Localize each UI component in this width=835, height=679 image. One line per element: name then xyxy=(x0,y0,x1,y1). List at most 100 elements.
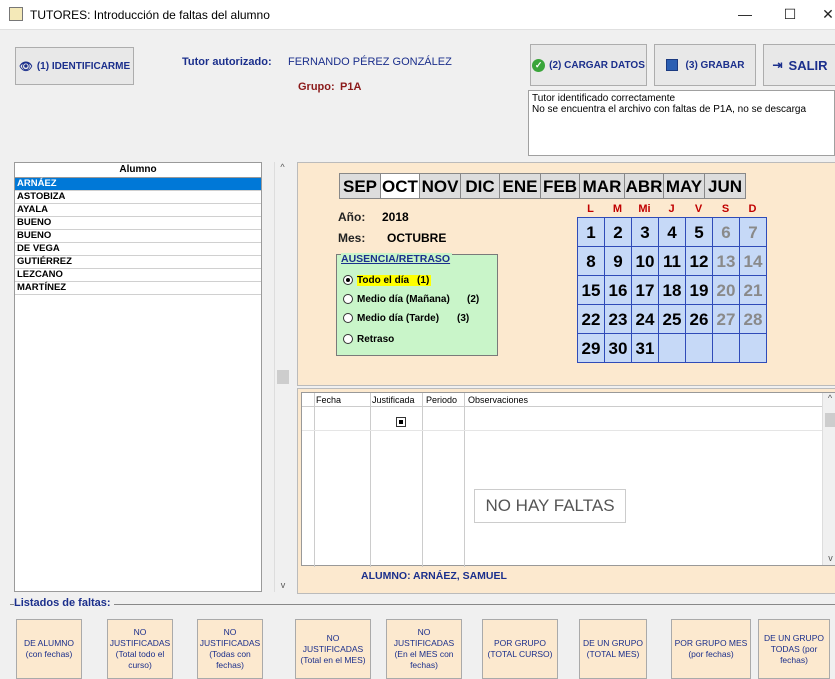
student-row[interactable]: BUENO xyxy=(15,230,261,243)
day-grid: 1 2 3 4 5 6 7 8 9 10 11 12 13 14 15 16 17 18 19 20 21 22 23 24 2… xyxy=(577,217,767,363)
grid-column-header[interactable]: Periodo xyxy=(426,395,457,405)
absence-option[interactable]: Medio día (Tarde) (3) xyxy=(343,313,469,324)
absence-option[interactable]: Medio día (Mañana) (2) xyxy=(343,294,479,305)
scroll-up-icon[interactable]: ^ xyxy=(275,162,290,172)
month-tab-nov[interactable]: NOV xyxy=(419,173,461,199)
day-cell[interactable]: 1 xyxy=(577,217,605,247)
month-tab-jun[interactable]: JUN xyxy=(704,173,746,199)
month-tab-abr[interactable]: ABR xyxy=(624,173,664,199)
listado-button[interactable]: POR GRUPO MES (por fechas) xyxy=(671,619,751,679)
load-data-label: (2) CARGAR DATOS xyxy=(549,59,645,71)
load-data-button[interactable]: ✓ (2) CARGAR DATOS xyxy=(530,44,647,86)
student-list-scrollbar[interactable]: ^ v xyxy=(274,162,290,592)
student-list[interactable]: Alumno ARNÁEZ ASTOBIZA AYALA BUENO BUENO DE V… xyxy=(14,162,262,592)
month-tab-ene[interactable]: ENE xyxy=(499,173,541,199)
day-cell[interactable]: 27 xyxy=(712,304,740,334)
group-value: P1A xyxy=(340,81,362,93)
day-cell[interactable]: 15 xyxy=(577,275,605,305)
day-cell[interactable]: 17 xyxy=(631,275,659,305)
minimize-button[interactable]: — xyxy=(735,6,755,22)
scroll-down-icon[interactable]: v xyxy=(275,580,291,590)
exit-button[interactable]: ⇥ SALIR xyxy=(763,44,835,86)
maximize-button[interactable]: ☐ xyxy=(780,6,800,23)
day-cell[interactable]: 31 xyxy=(631,333,659,363)
day-cell[interactable]: 25 xyxy=(658,304,686,334)
month-tab-sep[interactable]: SEP xyxy=(339,173,381,199)
student-row[interactable]: AYALA xyxy=(15,204,261,217)
day-cell[interactable]: 2 xyxy=(604,217,632,247)
grid-column-header[interactable]: Justificada xyxy=(372,395,415,405)
day-cell[interactable]: 6 xyxy=(712,217,740,247)
exit-icon: ⇥ xyxy=(772,58,783,72)
day-cell[interactable]: 26 xyxy=(685,304,713,334)
grid-column-header[interactable]: Fecha xyxy=(316,395,341,405)
day-cell[interactable]: 14 xyxy=(739,246,767,276)
day-cell[interactable]: 19 xyxy=(685,275,713,305)
scroll-thumb[interactable] xyxy=(277,370,289,384)
weekday-header: L M Mi J V S D xyxy=(577,203,766,215)
justified-checkbox[interactable] xyxy=(396,417,406,427)
weekday-label: J xyxy=(668,203,675,215)
day-cell-empty xyxy=(658,333,686,363)
day-cell[interactable]: 3 xyxy=(631,217,659,247)
day-cell[interactable]: 11 xyxy=(658,246,686,276)
day-cell[interactable]: 23 xyxy=(604,304,632,334)
month-tab-feb[interactable]: FEB xyxy=(540,173,580,199)
listado-button[interactable]: DE ALUMNO (con fechas) xyxy=(16,619,82,679)
listado-button[interactable]: DE UN GRUPO (TOTAL MES) xyxy=(579,619,647,679)
listado-button[interactable]: NO JUSTIFICADAS (En el MES con fechas) xyxy=(386,619,462,679)
absence-option-label: Medio día (Mañana) xyxy=(357,294,450,305)
absences-grid[interactable]: Fecha Justificada Periodo Observaciones NO … xyxy=(301,392,835,567)
grid-scrollbar[interactable]: ^ v xyxy=(822,393,835,565)
student-row[interactable]: BUENO xyxy=(15,217,261,230)
day-cell[interactable]: 5 xyxy=(685,217,713,247)
grid-column-divider xyxy=(370,393,371,567)
absence-option[interactable]: Todo el día (1) xyxy=(343,275,432,286)
day-cell[interactable]: 8 xyxy=(577,246,605,276)
day-cell[interactable]: 4 xyxy=(658,217,686,247)
day-cell[interactable]: 12 xyxy=(685,246,713,276)
day-cell[interactable]: 16 xyxy=(604,275,632,305)
day-cell[interactable]: 20 xyxy=(712,275,740,305)
identify-button[interactable]: 👁 (1) IDENTIFICARME xyxy=(15,47,134,85)
listado-button[interactable]: NO JUSTIFICADAS (Todas con fechas) xyxy=(197,619,263,679)
absence-option[interactable]: Retraso xyxy=(343,334,394,345)
student-row[interactable]: GUTIÉRREZ xyxy=(15,256,261,269)
listado-button[interactable]: POR GRUPO (TOTAL CURSO) xyxy=(482,619,558,679)
day-cell[interactable]: 30 xyxy=(604,333,632,363)
day-cell[interactable]: 7 xyxy=(739,217,767,247)
day-cell[interactable]: 24 xyxy=(631,304,659,334)
radio-icon[interactable] xyxy=(343,275,353,286)
listado-button[interactable]: NO JUSTIFICADAS (Total en el MES) xyxy=(295,619,371,679)
grid-column-header[interactable]: Observaciones xyxy=(468,395,528,405)
radio-icon[interactable] xyxy=(343,313,353,324)
student-row[interactable]: ARNÁEZ xyxy=(15,178,261,191)
save-button[interactable]: (3) GRABAR xyxy=(654,44,756,86)
scroll-down-icon[interactable]: v xyxy=(823,553,835,563)
scroll-up-icon[interactable]: ^ xyxy=(823,393,835,403)
student-row[interactable]: DE VEGA xyxy=(15,243,261,256)
scroll-thumb[interactable] xyxy=(825,413,835,427)
day-cell[interactable]: 10 xyxy=(631,246,659,276)
radio-icon[interactable] xyxy=(343,294,353,305)
absence-option-code: (2) xyxy=(467,294,480,305)
month-tab-mar[interactable]: MAR xyxy=(579,173,625,199)
close-button[interactable]: ✕ xyxy=(818,6,835,23)
month-value: OCTUBRE xyxy=(387,231,447,245)
day-cell[interactable]: 18 xyxy=(658,275,686,305)
listado-button[interactable]: DE UN GRUPO TODAS (por fechas) xyxy=(758,619,830,679)
month-tab-oct[interactable]: OCT xyxy=(380,173,420,199)
day-cell[interactable]: 22 xyxy=(577,304,605,334)
month-tab-may[interactable]: MAY xyxy=(663,173,705,199)
student-row[interactable]: MARTÍNEZ xyxy=(15,282,261,295)
radio-icon[interactable] xyxy=(343,334,353,345)
day-cell[interactable]: 28 xyxy=(739,304,767,334)
day-cell[interactable]: 13 xyxy=(712,246,740,276)
day-cell[interactable]: 9 xyxy=(604,246,632,276)
day-cell[interactable]: 21 xyxy=(739,275,767,305)
listado-button[interactable]: NO JUSTIFICADAS (Total todo el curso) xyxy=(107,619,173,679)
day-cell[interactable]: 29 xyxy=(577,333,605,363)
student-row[interactable]: LEZCANO xyxy=(15,269,261,282)
month-tab-dic[interactable]: DIC xyxy=(460,173,500,199)
student-row[interactable]: ASTOBIZA xyxy=(15,191,261,204)
